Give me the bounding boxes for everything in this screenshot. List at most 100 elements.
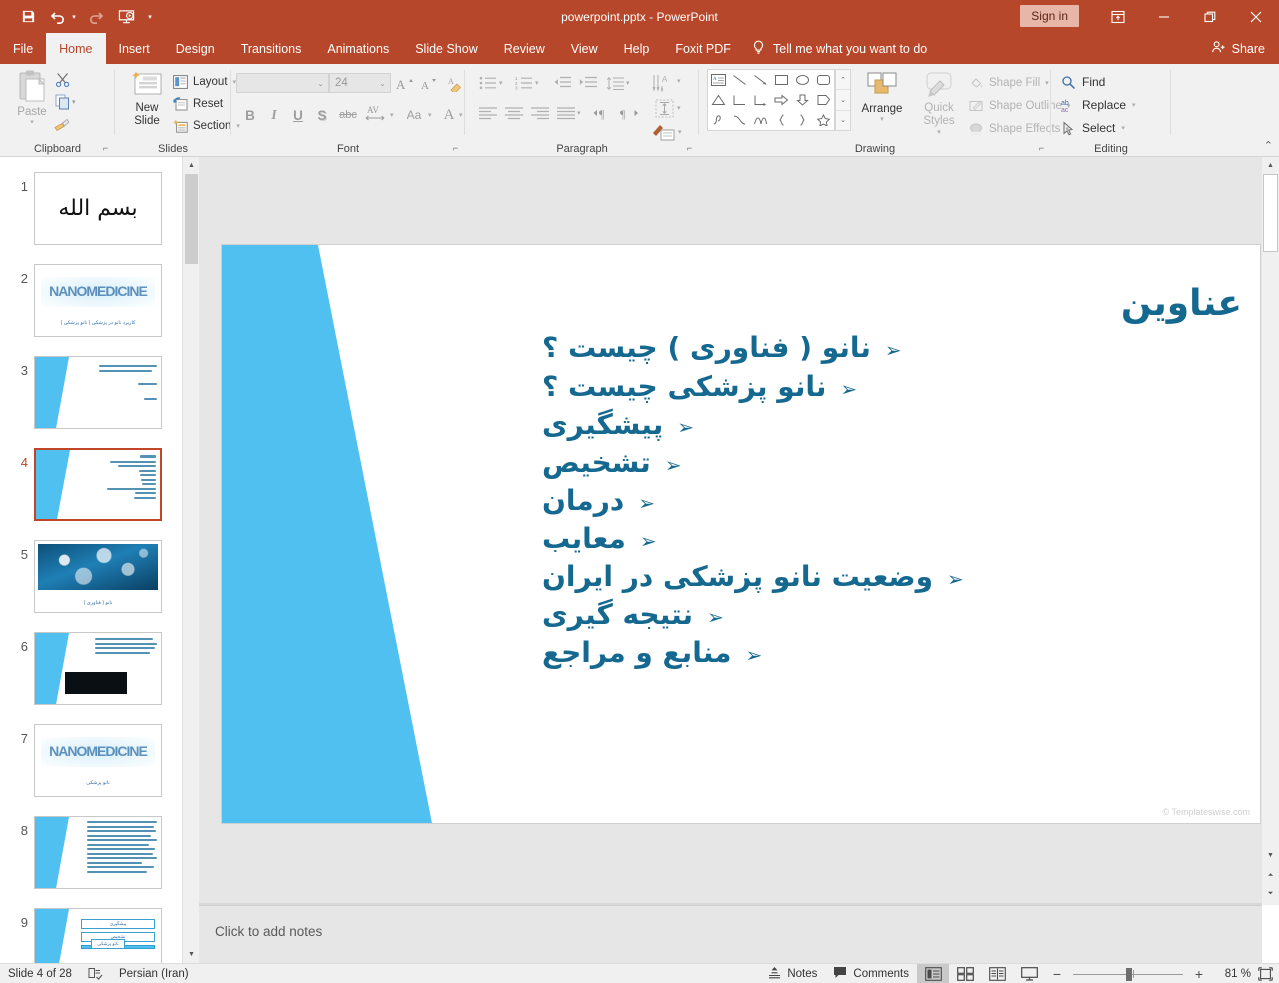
font-size-dropdown-icon[interactable]: ⌄ <box>379 79 386 88</box>
tab-home[interactable]: Home <box>46 33 106 64</box>
numbering-icon[interactable]: 123 <box>513 72 535 94</box>
line-spacing-dropdown-icon[interactable]: ▾ <box>626 79 630 87</box>
bullet-item-9[interactable]: ➢ منابع و مراجع <box>542 634 1242 672</box>
zoom-level-label[interactable]: 81 % <box>1211 968 1251 980</box>
text-direction-dropdown-icon[interactable]: ▾ <box>677 77 681 85</box>
tab-transitions[interactable]: Transitions <box>228 33 315 64</box>
cut-scissors-icon[interactable] <box>50 70 76 90</box>
slide-title[interactable]: عناوین <box>542 283 1242 325</box>
sign-in-button[interactable]: Sign in <box>1020 5 1079 27</box>
select-dropdown-icon[interactable]: ▾ <box>1121 124 1125 132</box>
tab-help[interactable]: Help <box>611 33 663 64</box>
bullet-item-5[interactable]: ➢ درمان <box>542 482 1242 520</box>
align-right-icon[interactable] <box>529 102 551 124</box>
right-arrow-shape-icon[interactable] <box>771 90 792 110</box>
slide-counter[interactable]: Slide 4 of 28 <box>0 964 80 983</box>
line-spacing-icon[interactable] <box>604 72 626 94</box>
quick-styles-dropdown-icon[interactable]: ▾ <box>937 128 941 136</box>
normal-view-icon[interactable] <box>917 964 949 983</box>
replace-dropdown-icon[interactable]: ▾ <box>1132 101 1136 109</box>
zoom-in-button[interactable]: + <box>1187 964 1211 983</box>
slide-thumbnail-4[interactable]: 4 <box>0 443 182 535</box>
notes-button[interactable]: Notes <box>760 964 825 983</box>
change-case-dropdown-icon[interactable]: ▾ <box>428 111 432 119</box>
thumbnail-preview[interactable]: NANOMEDICINE نانو پزشکی <box>34 724 162 797</box>
slideshow-view-icon[interactable] <box>1013 964 1045 983</box>
drawing-dialog-launcher[interactable]: ⌐ <box>1036 143 1047 154</box>
thumbnail-preview[interactable] <box>34 816 162 889</box>
fit-slide-to-window-icon[interactable] <box>1251 964 1279 983</box>
tab-design[interactable]: Design <box>163 33 228 64</box>
tab-foxit-pdf[interactable]: Foxit PDF <box>662 33 744 64</box>
paste-dropdown-icon[interactable]: ▾ <box>30 118 34 126</box>
tab-insert[interactable]: Insert <box>106 33 163 64</box>
ellipse-shape-icon[interactable] <box>792 70 813 90</box>
quick-styles-button[interactable]: Quick Styles ▾ <box>912 69 966 137</box>
thumbnail-preview[interactable] <box>34 356 162 429</box>
bullet-item-7[interactable]: ➢ وضعیت نانو پزشکی در ایران <box>542 558 1242 596</box>
align-text-icon[interactable] <box>653 97 677 119</box>
elbow-connector-shape-icon[interactable] <box>729 90 750 110</box>
slide-thumbnail-1[interactable]: 1 بسم الله <box>0 167 182 259</box>
format-painter-icon[interactable] <box>50 114 76 134</box>
thumbnail-preview[interactable] <box>34 448 162 521</box>
shape-fill-button[interactable]: Shape Fill ▾ <box>969 72 1049 93</box>
comments-button[interactable]: Comments <box>825 964 917 983</box>
spellcheck-icon[interactable] <box>80 964 111 983</box>
zoom-slider[interactable] <box>1069 964 1187 983</box>
slide-thumbnail-9[interactable]: 9 پیشگیری تشخیص نانو پزشکی <box>0 903 182 963</box>
bullet-item-4[interactable]: ➢ تشخیص <box>542 444 1242 482</box>
font-size-input[interactable]: 24 ⌄ <box>329 73 391 93</box>
italic-button[interactable]: I <box>263 104 285 126</box>
tab-slide-show[interactable]: Slide Show <box>402 33 491 64</box>
left-brace-shape-icon[interactable] <box>771 110 792 130</box>
strikethrough-button[interactable]: abc <box>335 104 361 126</box>
minimize-icon[interactable] <box>1141 0 1187 33</box>
align-left-icon[interactable] <box>477 102 499 124</box>
shapes-gallery-more-icon[interactable]: ⌄ <box>836 111 850 130</box>
shapes-gallery-scroll[interactable]: ⌃ ⌄ ⌄ <box>835 69 851 131</box>
slide-area-scrollbar[interactable]: ▲ ▼ ⏶ ⏷ <box>1262 157 1279 905</box>
right-to-left-icon[interactable]: ¶ <box>617 102 641 124</box>
layout-button[interactable]: Layout ▾ <box>173 72 236 92</box>
reading-view-icon[interactable] <box>981 964 1013 983</box>
bullet-item-3[interactable]: ➢ پیشگیری <box>542 406 1242 444</box>
arrow-shape-icon[interactable] <box>750 70 771 90</box>
justify-icon[interactable] <box>555 102 577 124</box>
smartart-dropdown-icon[interactable]: ▾ <box>678 128 682 136</box>
stage-scroll-up-icon[interactable]: ▲ <box>1262 157 1279 174</box>
underline-button[interactable]: U <box>287 104 309 126</box>
clipboard-dialog-launcher[interactable]: ⌐ <box>100 143 111 154</box>
zoom-out-button[interactable]: − <box>1045 964 1069 983</box>
curve-shape-icon[interactable] <box>729 110 750 130</box>
line-shape-icon[interactable] <box>729 70 750 90</box>
bullets-icon[interactable] <box>477 72 499 94</box>
shape-fill-dropdown-icon[interactable]: ▾ <box>1045 79 1049 87</box>
share-button[interactable]: Share <box>1211 33 1265 64</box>
select-button[interactable]: Select ▾ <box>1061 117 1125 139</box>
slide-sorter-icon[interactable] <box>949 964 981 983</box>
textbox-shape-icon[interactable]: A <box>708 70 729 90</box>
thumbnail-scrollbar[interactable]: ▲ ▼ <box>182 157 200 963</box>
thumbnail-preview[interactable]: بسم الله <box>34 172 162 245</box>
font-color-button[interactable]: A <box>439 104 459 126</box>
freeform-arc-shape-icon[interactable] <box>750 110 771 130</box>
new-slide-button[interactable]: New Slide <box>123 70 171 136</box>
pentagon-flag-shape-icon[interactable] <box>813 90 834 110</box>
decrease-indent-icon[interactable] <box>551 72 573 94</box>
star-shape-icon[interactable] <box>813 110 834 130</box>
slide-thumbnail-7[interactable]: 7 NANOMEDICINE نانو پزشکی <box>0 719 182 811</box>
arrange-button[interactable]: Arrange ▾ <box>854 69 910 137</box>
slide-thumbnail-2[interactable]: 2 NANOMEDICINE کاربرد نانو در پزشکی ( نا… <box>0 259 182 351</box>
accent-slope-shape[interactable] <box>222 245 432 823</box>
font-dialog-launcher[interactable]: ⌐ <box>450 143 461 154</box>
increase-font-size-icon[interactable]: A <box>394 73 416 95</box>
zoom-handle[interactable] <box>1126 968 1132 981</box>
align-text-dropdown-icon[interactable]: ▾ <box>677 104 681 112</box>
bold-button[interactable]: B <box>239 104 261 126</box>
collapse-ribbon-icon[interactable]: ⌃ <box>1264 139 1273 152</box>
convert-to-smartart-icon[interactable] <box>651 120 677 144</box>
font-name-input[interactable]: ⌄ <box>236 73 329 93</box>
slide-content[interactable]: عناوین ➢ نانو ( فناوری ) چیست ؟ ➢ نانو پ… <box>542 283 1242 672</box>
find-button[interactable]: Find <box>1061 71 1105 93</box>
